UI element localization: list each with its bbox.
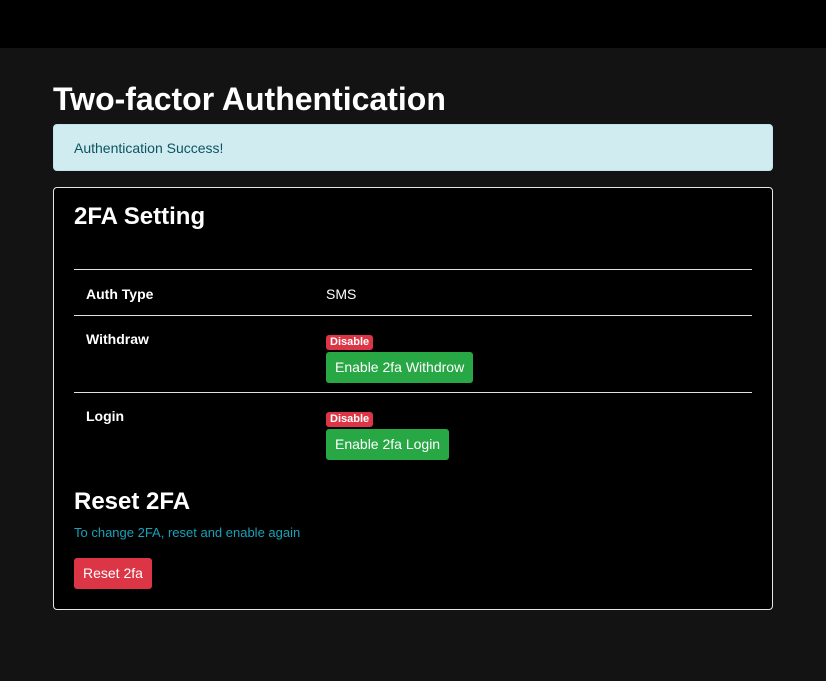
reset-2fa-button[interactable]: Reset 2fa [74, 558, 152, 589]
enable-2fa-login-button[interactable]: Enable 2fa Login [326, 429, 450, 460]
alert-message: Authentication Success! [74, 140, 224, 156]
auth-type-label: Auth Type [74, 269, 314, 316]
auth-type-value: SMS [314, 269, 752, 316]
reset-2fa-note: To change 2FA, reset and enable again [74, 525, 301, 540]
reset-2fa-title: Reset 2FA [74, 488, 191, 515]
top-navbar [0, 0, 826, 48]
table-row-withdraw: Withdraw Disable Enable 2fa Withdrow [74, 315, 752, 393]
page-title: Two-factor Authentication [53, 81, 446, 117]
withdraw-label: Withdraw [74, 315, 314, 393]
table-row-login: Login Disable Enable 2fa Login [74, 392, 752, 470]
withdraw-value-cell: Disable Enable 2fa Withdrow [314, 315, 752, 393]
two-factor-settings-card: 2FA Setting Auth Type SMS Withdraw Disab… [53, 187, 773, 610]
login-value-cell: Disable Enable 2fa Login [314, 392, 752, 470]
settings-table: Auth Type SMS Withdraw Disable Enable 2f… [74, 269, 752, 470]
table-row-auth-type: Auth Type SMS [74, 269, 752, 316]
login-status-badge: Disable [326, 412, 374, 427]
login-label: Login [74, 392, 314, 470]
settings-title: 2FA Setting [74, 203, 206, 230]
enable-2fa-withdraw-button[interactable]: Enable 2fa Withdrow [326, 352, 474, 383]
withdraw-status-badge: Disable [326, 335, 374, 350]
success-alert: Authentication Success! [53, 124, 773, 171]
